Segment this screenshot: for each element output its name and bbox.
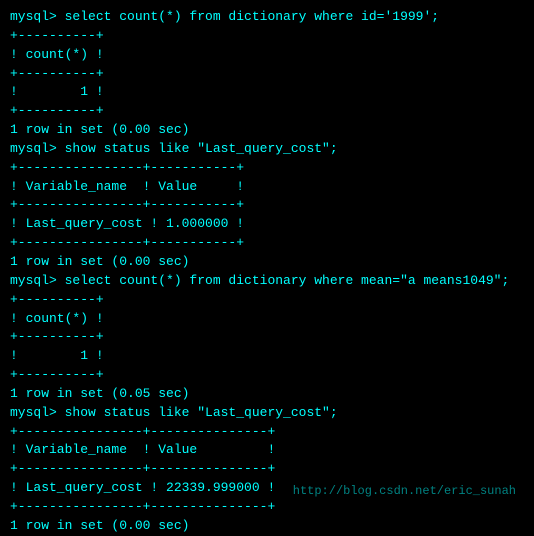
terminal-line: mysql> show status like "Last_query_cost… (10, 404, 524, 423)
terminal-line: +----------------+-----------+ (10, 159, 524, 178)
terminal-line: 1 row in set (0.00 sec) (10, 121, 524, 140)
terminal-line: ! count(*) ! (10, 46, 524, 65)
terminal-line: mysql> show status like "Last_query_cost… (10, 140, 524, 159)
terminal-line: ! 1 ! (10, 347, 524, 366)
terminal-line: +----------+ (10, 328, 524, 347)
terminal-line: mysql> select count(*) from dictionary w… (10, 8, 524, 27)
terminal-line: +----------+ (10, 291, 524, 310)
terminal-line: +----------+ (10, 102, 524, 121)
terminal-line: +----------------+-----------+ (10, 234, 524, 253)
terminal-line: ! count(*) ! (10, 310, 524, 329)
terminal-line: ! 1 ! (10, 83, 524, 102)
terminal-line: +----------------+---------------+ (10, 460, 524, 479)
watermark: http://blog.csdn.net/eric_sunah (293, 484, 516, 498)
terminal-line: 1 row in set (0.00 sec) (10, 517, 524, 536)
terminal-window: mysql> select count(*) from dictionary w… (10, 8, 524, 506)
terminal-line: mysql> select count(*) from dictionary w… (10, 272, 524, 291)
terminal-line: ! Variable_name ! Value ! (10, 178, 524, 197)
terminal-line: +----------+ (10, 366, 524, 385)
terminal-line: ! Variable_name ! Value ! (10, 441, 524, 460)
terminal-output: mysql> select count(*) from dictionary w… (10, 8, 524, 536)
terminal-line: +----------------+-----------+ (10, 196, 524, 215)
terminal-line: 1 row in set (0.00 sec) (10, 253, 524, 272)
terminal-line: +----------------+---------------+ (10, 423, 524, 442)
terminal-line: 1 row in set (0.05 sec) (10, 385, 524, 404)
terminal-line: +----------+ (10, 27, 524, 46)
terminal-line: +----------+ (10, 65, 524, 84)
terminal-line: ! Last_query_cost ! 1.000000 ! (10, 215, 524, 234)
